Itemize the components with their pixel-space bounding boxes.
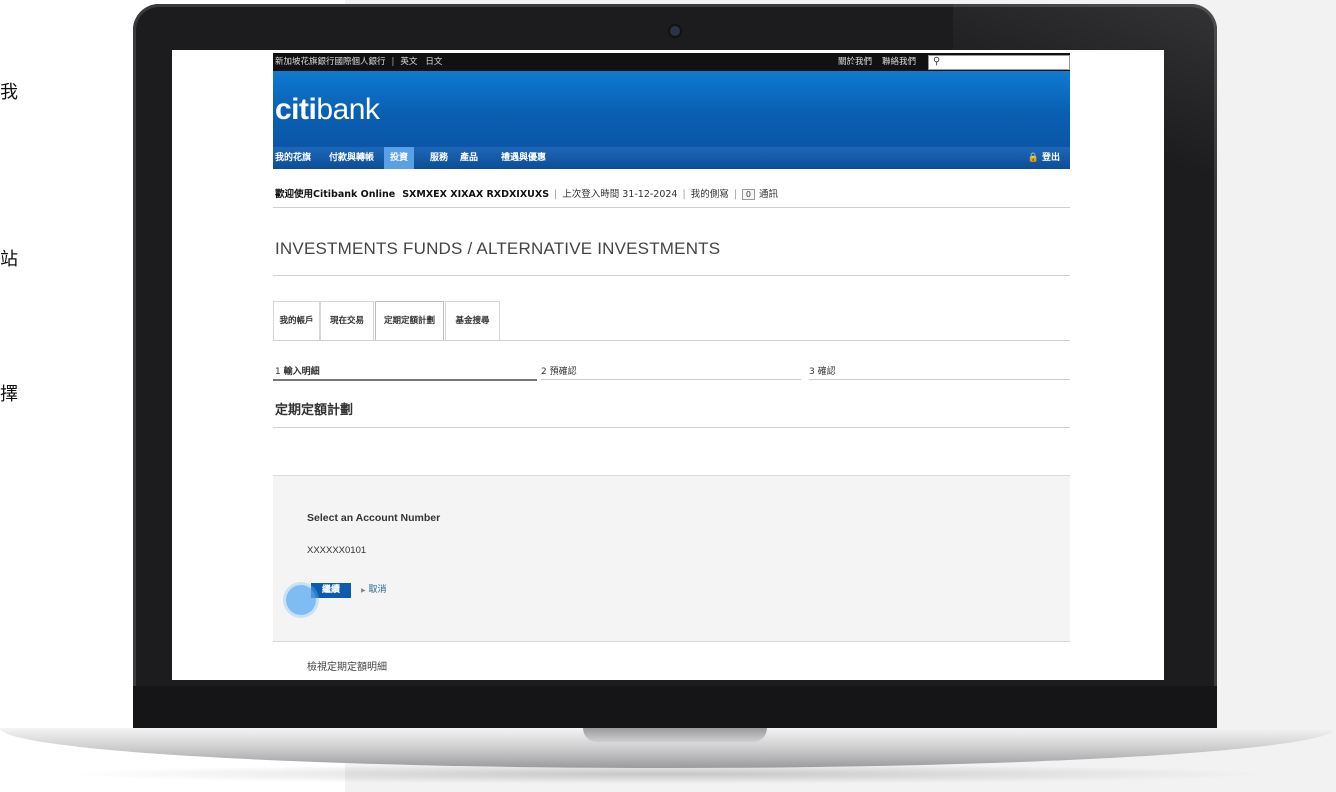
- divider: [273, 427, 1070, 428]
- select-account-label: Select an Account Number: [307, 512, 441, 524]
- welcome-prefix: 歡迎使用Citibank Online: [275, 189, 396, 200]
- about-us-link[interactable]: 關於我們: [838, 57, 872, 67]
- side-text-fragment: 我: [0, 82, 18, 103]
- step-1-indicator: [273, 379, 537, 381]
- page-title: INVESTMENTS FUNDS / ALTERNATIVE INVESTME…: [275, 239, 721, 258]
- step-1: 1 輸入明細: [275, 367, 320, 377]
- site-title-link[interactable]: 新加坡花旗銀行國際個人銀行: [275, 57, 386, 67]
- my-profile-link[interactable]: 我的側寫: [691, 189, 729, 200]
- laptop-screen: 新加坡花旗銀行國際個人銀行 | 英文 日文 關於我們 聯絡我們 ⚲ citibank 我…: [172, 50, 1164, 680]
- laptop-notch: [583, 728, 767, 742]
- divider: [273, 207, 1070, 208]
- triangle-right-icon: ▶: [361, 587, 366, 594]
- tabs-baseline: [273, 340, 1070, 341]
- user-name: SXMXEX XIXAX RXDXIXUXS: [402, 189, 550, 200]
- lock-icon: 🔒: [1027, 153, 1039, 163]
- nav-offers[interactable]: 禮遇與優惠: [501, 147, 546, 169]
- cancel-link[interactable]: ▶ 取消: [361, 583, 387, 598]
- laptop-bezel: [133, 686, 1217, 730]
- tab-my-accounts[interactable]: 我的帳戶: [273, 301, 320, 340]
- side-text-fragment: 站: [0, 249, 18, 270]
- step-2-indicator: [541, 379, 801, 380]
- tab-regular-savings-plan[interactable]: 定期定額計劃: [375, 301, 444, 340]
- step-2: 2 預確認: [541, 367, 577, 377]
- nav-products[interactable]: 產品: [460, 147, 478, 169]
- camera-icon: [670, 26, 680, 36]
- contact-us-link[interactable]: 聯絡我們: [882, 57, 916, 67]
- section-title: 定期定額計劃: [275, 403, 354, 418]
- divider: [273, 275, 1070, 276]
- nav-payments-transfers[interactable]: 付款與轉帳: [329, 147, 374, 169]
- welcome-bar: 歡迎使用Citibank Online SXMXEX XIXAX RXDXIXU…: [275, 189, 779, 200]
- top-utility-bar: 新加坡花旗銀行國際個人銀行 | 英文 日文 關於我們 聯絡我們 ⚲: [273, 53, 1070, 71]
- logout-button[interactable]: 🔒 登出: [1028, 147, 1060, 169]
- tab-trade-now[interactable]: 現在交易: [320, 301, 374, 340]
- header-banner: citibank: [273, 71, 1070, 147]
- messages-link[interactable]: 通訊: [759, 189, 778, 200]
- search-icon: ⚲: [933, 56, 941, 67]
- language-english-link[interactable]: 英文: [400, 57, 417, 67]
- search-input[interactable]: ⚲: [928, 55, 1070, 70]
- citibank-logo[interactable]: citibank: [275, 93, 380, 127]
- language-japanese-link[interactable]: 日文: [425, 57, 442, 67]
- message-count-badge[interactable]: 0: [741, 189, 755, 200]
- step-3: 3 確認: [809, 367, 836, 377]
- account-number-option[interactable]: XXXXXX0101: [307, 545, 366, 556]
- nav-my-citi[interactable]: 我的花旗: [275, 147, 311, 169]
- click-indicator: [286, 585, 316, 615]
- last-login: 上次登入時間 31-12-2024: [562, 189, 678, 200]
- nav-services[interactable]: 服務: [430, 147, 448, 169]
- nav-investments[interactable]: 投資: [384, 147, 415, 169]
- main-navigation: 我的花旗 付款與轉帳 投資 服務 產品 禮遇與優惠 🔒 登出: [273, 147, 1070, 169]
- continue-button[interactable]: 繼續: [311, 583, 351, 598]
- side-text-fragment: 擇: [0, 384, 18, 405]
- step-3-indicator: [809, 379, 1070, 380]
- tab-fund-search[interactable]: 基金搜尋: [445, 301, 500, 340]
- account-selection-panel: Select an Account Number XXXXXX0101 繼續 ▶…: [273, 475, 1070, 642]
- view-plan-details-link[interactable]: 檢視定期定額明細: [307, 658, 387, 673]
